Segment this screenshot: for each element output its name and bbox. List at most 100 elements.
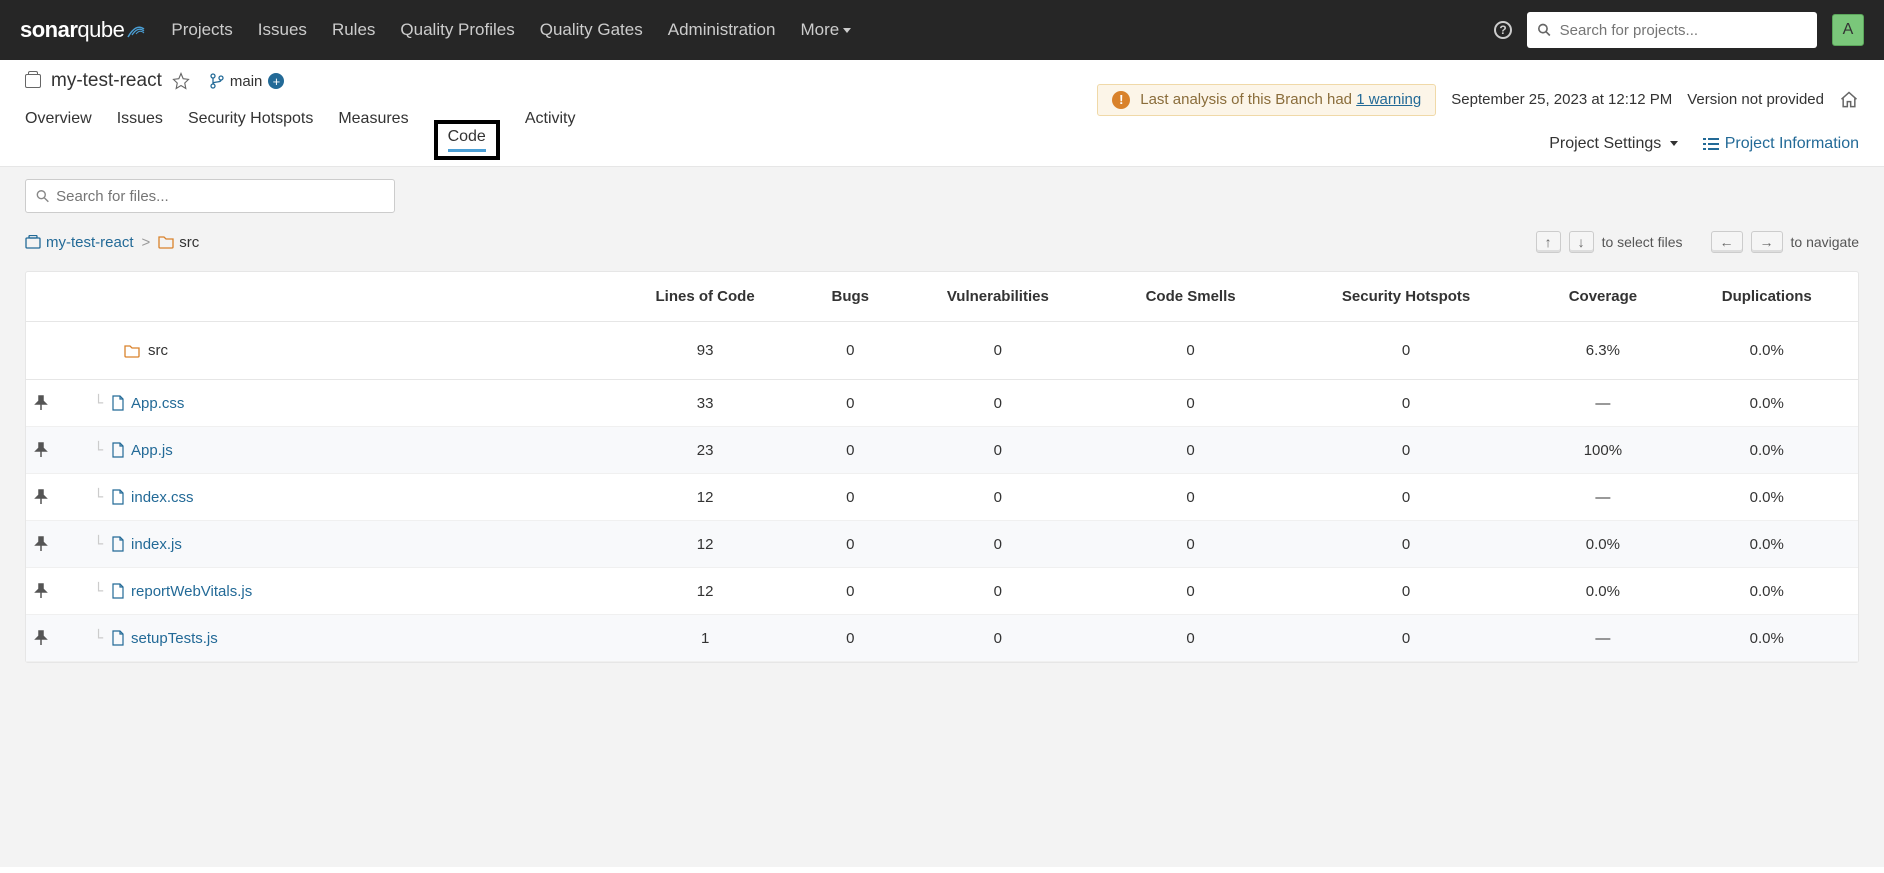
kbd-down: ↓ bbox=[1569, 231, 1594, 253]
pin-icon[interactable] bbox=[34, 442, 48, 458]
nav-administration[interactable]: Administration bbox=[668, 20, 776, 40]
keyboard-hints: ↑ ↓ to select files ← → to navigate bbox=[1536, 231, 1859, 253]
file-link[interactable]: setupTests.js bbox=[131, 630, 218, 647]
nav-quality-profiles[interactable]: Quality Profiles bbox=[400, 20, 514, 40]
cell-coverage: 0.0% bbox=[1530, 568, 1675, 615]
nav-projects[interactable]: Projects bbox=[171, 20, 232, 40]
tab-overview[interactable]: Overview bbox=[25, 110, 92, 166]
list-icon bbox=[1703, 137, 1719, 151]
search-icon bbox=[36, 189, 50, 204]
cell-loc: 33 bbox=[606, 380, 804, 427]
nav-issues[interactable]: Issues bbox=[258, 20, 307, 40]
tab-measures[interactable]: Measures bbox=[338, 110, 408, 166]
file-icon bbox=[111, 395, 125, 411]
table-row[interactable]: └App.js230000100%0.0% bbox=[26, 427, 1858, 474]
summary-loc: 93 bbox=[606, 322, 804, 380]
breadcrumb-separator: > bbox=[142, 234, 151, 251]
nav-quality-gates[interactable]: Quality Gates bbox=[540, 20, 643, 40]
cell-hotspots: 0 bbox=[1282, 521, 1530, 568]
project-header-left: my-test-react main + bbox=[25, 70, 576, 92]
file-search-input[interactable] bbox=[56, 188, 384, 205]
pin-icon[interactable] bbox=[34, 489, 48, 505]
file-search[interactable] bbox=[25, 179, 395, 213]
code-table: Lines of Code Bugs Vulnerabilities Code … bbox=[25, 271, 1859, 663]
file-icon bbox=[111, 489, 125, 505]
cell-coverage: — bbox=[1530, 380, 1675, 427]
cell-smells: 0 bbox=[1099, 615, 1281, 662]
file-icon bbox=[111, 630, 125, 646]
avatar[interactable]: A bbox=[1832, 14, 1864, 46]
table-row[interactable]: └reportWebVitals.js1200000.0%0.0% bbox=[26, 568, 1858, 615]
summary-coverage: 6.3% bbox=[1530, 322, 1675, 380]
cell-loc: 23 bbox=[606, 427, 804, 474]
nav-rules[interactable]: Rules bbox=[332, 20, 375, 40]
warning-icon: ! bbox=[1112, 91, 1130, 109]
cell-smells: 0 bbox=[1099, 427, 1281, 474]
col-coverage: Coverage bbox=[1530, 272, 1675, 322]
cell-smells: 0 bbox=[1099, 521, 1281, 568]
help-icon[interactable]: ? bbox=[1494, 21, 1512, 39]
project-header: my-test-react main + Overview Issues Sec… bbox=[0, 60, 1884, 167]
table-row[interactable]: └App.css330000—0.0% bbox=[26, 380, 1858, 427]
kbd-right: → bbox=[1751, 231, 1783, 253]
cell-vuln: 0 bbox=[896, 380, 1099, 427]
summary-folder-name: src bbox=[148, 342, 168, 359]
file-icon bbox=[111, 536, 125, 552]
logo[interactable]: sonarqube bbox=[20, 17, 146, 43]
add-branch-icon[interactable]: + bbox=[268, 73, 284, 89]
cell-dup: 0.0% bbox=[1676, 615, 1859, 662]
cell-loc: 12 bbox=[606, 568, 804, 615]
file-icon bbox=[111, 442, 125, 458]
cell-hotspots: 0 bbox=[1282, 615, 1530, 662]
file-link[interactable]: index.css bbox=[131, 489, 194, 506]
cell-bugs: 0 bbox=[804, 521, 896, 568]
col-security-hotspots: Security Hotspots bbox=[1282, 272, 1530, 322]
project-information-link[interactable]: Project Information bbox=[1703, 135, 1859, 153]
hint-select-files: to select files bbox=[1602, 234, 1683, 250]
branch-info[interactable]: main + bbox=[210, 73, 285, 90]
cell-dup: 0.0% bbox=[1676, 521, 1859, 568]
cell-bugs: 0 bbox=[804, 568, 896, 615]
table-row[interactable]: └setupTests.js10000—0.0% bbox=[26, 615, 1858, 662]
project-tabs: Overview Issues Security Hotspots Measur… bbox=[25, 110, 576, 166]
cell-bugs: 0 bbox=[804, 615, 896, 662]
home-icon[interactable] bbox=[1839, 90, 1859, 110]
pin-icon[interactable] bbox=[34, 630, 48, 646]
file-link[interactable]: index.js bbox=[131, 536, 182, 553]
pin-icon[interactable] bbox=[34, 583, 48, 599]
file-link[interactable]: App.js bbox=[131, 442, 173, 459]
global-search-input[interactable] bbox=[1560, 22, 1807, 39]
tab-issues[interactable]: Issues bbox=[117, 110, 163, 166]
breadcrumb-root[interactable]: my-test-react bbox=[25, 234, 134, 251]
cell-dup: 0.0% bbox=[1676, 568, 1859, 615]
table-header-row: Lines of Code Bugs Vulnerabilities Code … bbox=[26, 272, 1858, 322]
star-icon[interactable] bbox=[172, 72, 190, 90]
warning-text: Last analysis of this Branch had bbox=[1140, 91, 1356, 108]
pin-icon[interactable] bbox=[34, 536, 48, 552]
cell-hotspots: 0 bbox=[1282, 474, 1530, 521]
kbd-up: ↑ bbox=[1536, 231, 1561, 253]
col-bugs: Bugs bbox=[804, 272, 896, 322]
table-row[interactable]: └index.js1200000.0%0.0% bbox=[26, 521, 1858, 568]
tab-activity[interactable]: Activity bbox=[525, 110, 576, 166]
table-row[interactable]: └index.css120000—0.0% bbox=[26, 474, 1858, 521]
project-icon bbox=[25, 74, 41, 88]
branch-name: main bbox=[230, 73, 263, 90]
file-link[interactable]: App.css bbox=[131, 395, 184, 412]
tab-security-hotspots[interactable]: Security Hotspots bbox=[188, 110, 313, 166]
project-icon bbox=[25, 235, 41, 249]
project-settings-dropdown[interactable]: Project Settings bbox=[1549, 135, 1678, 153]
cell-bugs: 0 bbox=[804, 427, 896, 474]
tab-code[interactable]: Code bbox=[448, 128, 486, 152]
global-search[interactable] bbox=[1527, 12, 1817, 48]
cell-hotspots: 0 bbox=[1282, 380, 1530, 427]
pin-icon[interactable] bbox=[34, 395, 48, 411]
summary-smells: 0 bbox=[1099, 322, 1281, 380]
warning-link[interactable]: 1 warning bbox=[1356, 91, 1421, 108]
cell-dup: 0.0% bbox=[1676, 474, 1859, 521]
col-vulnerabilities: Vulnerabilities bbox=[896, 272, 1099, 322]
highlighted-code-tab: Code bbox=[434, 120, 500, 160]
file-link[interactable]: reportWebVitals.js bbox=[131, 583, 252, 600]
col-code-smells: Code Smells bbox=[1099, 272, 1281, 322]
nav-more[interactable]: More bbox=[800, 20, 851, 40]
